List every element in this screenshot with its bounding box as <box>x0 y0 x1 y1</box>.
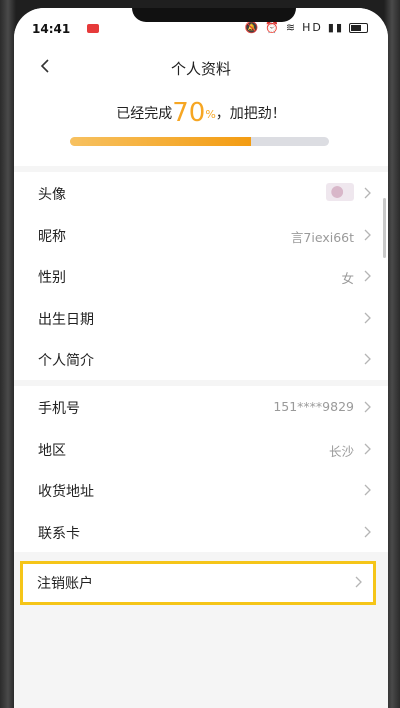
deactivate-account-label: 注销账户 <box>37 576 93 592</box>
chevron-right-icon <box>364 187 371 199</box>
chevron-right-icon <box>364 401 371 413</box>
row-label: 手机号 <box>38 401 80 417</box>
profile-row[interactable]: 出生日期 <box>14 297 388 339</box>
chevron-right-icon <box>355 576 362 588</box>
completion-percent: 70 <box>172 98 206 128</box>
profile-row[interactable]: 联系卡 <box>14 511 388 553</box>
completion-progress-bar <box>70 137 329 146</box>
screen: 14:41 🔕 ⏰ ≋ HD ▮▮ 个人资料 已经完成70%，加把劲！ 头像昵称… <box>14 8 388 708</box>
notification-app-icon <box>87 24 99 33</box>
profile-row[interactable]: 昵称 言7iexi66t <box>14 214 388 256</box>
row-label: 出生日期 <box>38 311 94 328</box>
row-label: 性别 <box>38 270 66 286</box>
row-label: 地区 <box>38 442 66 459</box>
completion-percent-sign: % <box>205 108 216 121</box>
status-indicators: 🔕 ⏰ ≋ HD ▮▮ <box>245 21 368 34</box>
status-time: 14:41 <box>32 22 71 36</box>
wifi-icon: ≋ <box>285 21 298 34</box>
header-card: 个人资料 已经完成70%，加把劲！ <box>14 40 388 166</box>
chevron-right-icon <box>364 229 371 240</box>
completion-text: 已经完成70%，加把劲！ <box>14 98 388 128</box>
row-label: 昵称 <box>38 228 66 245</box>
mute-icon: 🔕 <box>244 21 261 34</box>
battery-icon <box>349 22 368 33</box>
row-value: 长沙 <box>328 443 354 459</box>
profile-row[interactable]: 头像 <box>14 172 388 214</box>
profile-contact-section: 手机号 151****9829 地区 长沙收货地址联系卡 <box>14 386 388 552</box>
hd-indicator: HD <box>302 21 323 34</box>
chevron-right-icon <box>364 312 371 323</box>
profile-row[interactable]: 地区 长沙 <box>14 428 388 470</box>
deactivate-account-row[interactable]: 注销账户 <box>20 561 376 605</box>
profile-row[interactable]: 个人简介 <box>14 338 388 380</box>
page-title: 个人资料 <box>170 60 231 78</box>
profile-basic-section: 头像昵称 言7iexi66t 性别 女出生日期个人简介 <box>14 172 388 380</box>
row-value: 言7iexi66t <box>290 229 354 245</box>
chevron-right-icon <box>364 353 371 365</box>
chevron-right-icon <box>364 270 371 282</box>
profile-row[interactable]: 性别 女 <box>14 255 388 297</box>
signal-icon: ▮▮ <box>327 21 344 34</box>
completion-progress-fill <box>70 137 252 146</box>
row-label: 头像 <box>38 187 66 203</box>
profile-row[interactable]: 收货地址 <box>14 469 388 511</box>
row-value: 151****9829 <box>273 399 354 414</box>
row-value: 女 <box>341 271 354 286</box>
completion-prefix: 已经完成 <box>116 106 173 122</box>
row-label: 个人简介 <box>38 353 94 369</box>
chevron-right-icon <box>364 526 371 537</box>
row-label: 收货地址 <box>38 484 94 500</box>
row-label: 联系卡 <box>38 525 80 542</box>
camera-notch <box>132 8 296 22</box>
completion-suffix: ，加把劲！ <box>215 106 286 122</box>
chevron-right-icon <box>364 484 371 496</box>
avatar <box>326 183 354 201</box>
chevron-right-icon <box>364 443 371 454</box>
profile-row[interactable]: 手机号 151****9829 <box>14 386 388 428</box>
scrollbar[interactable] <box>383 198 386 258</box>
alarm-icon: ⏰ <box>265 21 281 34</box>
